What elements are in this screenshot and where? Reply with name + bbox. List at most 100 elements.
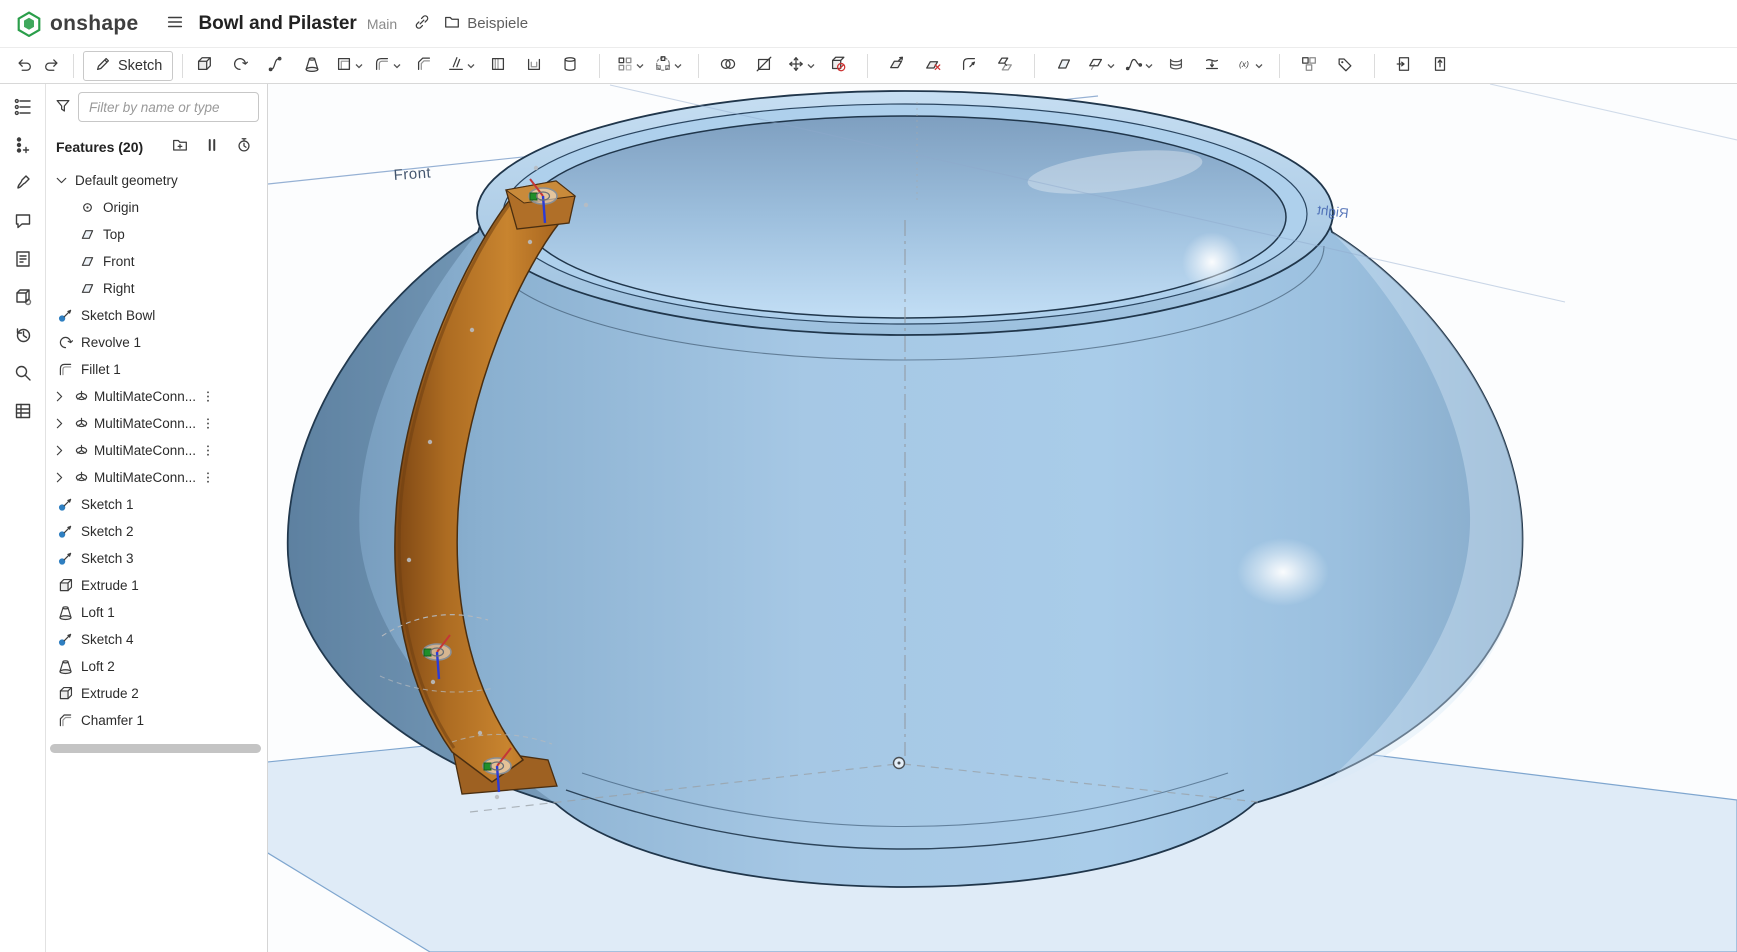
expander-chevron-right-icon[interactable] [50,442,69,459]
revolve-button[interactable] [226,52,254,80]
overflow-menu-icon[interactable] [201,469,215,486]
split-button[interactable] [750,52,778,80]
chevron-down-icon[interactable] [807,62,815,70]
transform-button[interactable] [786,52,816,80]
origin-marker[interactable] [892,756,906,770]
appearance-panel-button[interactable] [6,168,40,200]
projected-curve-button[interactable] [1198,52,1226,80]
boolean-button[interactable] [714,52,742,80]
onshape-logo[interactable]: onshape [16,10,138,37]
import-doc-button[interactable] [1390,52,1418,80]
feature-tree-item[interactable]: MultiMateConn... [46,383,267,410]
offset-surface-button[interactable] [1086,52,1116,80]
feature-tree-item[interactable]: Fillet 1 [46,356,267,383]
chevron-down-icon[interactable] [1107,62,1115,70]
branch-label[interactable]: Main [367,16,397,32]
redo-button[interactable] [38,52,66,80]
sweep-button[interactable] [262,52,290,80]
feature-tree-item[interactable]: Chamfer 1 [46,707,267,734]
feature-tree-item[interactable]: Extrude 2 [46,680,267,707]
rollback-history-button[interactable] [233,134,255,159]
search-panel-button[interactable] [6,358,40,390]
chevron-down-icon[interactable] [1255,62,1263,70]
feature-tree-item[interactable]: MultiMateConn... [46,410,267,437]
custom-features-button[interactable] [1295,52,1323,80]
expander-chevron-right-icon[interactable] [50,388,69,405]
chevron-down-icon[interactable] [674,62,682,70]
overflow-menu-icon[interactable] [201,415,215,432]
bom-panel-button[interactable] [6,396,40,428]
delete-face-button[interactable] [919,52,947,80]
new-folder-button[interactable] [169,134,191,159]
expander-chevron-right-icon[interactable] [50,415,69,432]
share-link-button[interactable] [411,11,433,36]
viewport-3d[interactable]: Front Right [268,84,1737,952]
expander-chevron-right-icon[interactable] [50,469,69,486]
overflow-menu-icon[interactable] [201,388,215,405]
notes-panel-button[interactable] [6,244,40,276]
scrollbar-thumb[interactable] [50,744,261,753]
chevron-down-icon[interactable] [393,62,401,70]
helix-button[interactable] [1162,52,1190,80]
feature-tree-item[interactable]: Top [46,221,267,248]
feature-tree-item[interactable]: Loft 2 [46,653,267,680]
export-doc-button[interactable] [1426,52,1454,80]
front-plane-label[interactable]: Front [393,164,432,184]
feature-tree-item[interactable]: Extrude 1 [46,572,267,599]
variable-button[interactable]: (x) [1234,52,1264,80]
feature-tree-item[interactable]: Sketch 1 [46,491,267,518]
hole-button[interactable] [556,52,584,80]
feature-tree-item[interactable]: Sketch Bowl [46,302,267,329]
move-face-button[interactable] [883,52,911,80]
feature-tree-item[interactable]: Right [46,275,267,302]
plane-button[interactable] [1050,52,1078,80]
feature-tree-item[interactable]: Front [46,248,267,275]
fillet-button[interactable] [372,52,402,80]
chevron-down-icon[interactable] [355,62,363,70]
document-title[interactable]: Bowl and Pilaster [198,13,356,35]
undo-button[interactable] [10,52,38,80]
document-menu-button[interactable] [164,11,186,36]
chevron-down-icon[interactable] [1145,62,1153,70]
comments-panel-button[interactable] [6,206,40,238]
feature-tree-item[interactable]: MultiMateConn... [46,437,267,464]
feature-tree-item[interactable]: Sketch 2 [46,518,267,545]
feature-tree-item[interactable]: Origin [46,194,267,221]
shell-button[interactable] [520,52,548,80]
suspend-button[interactable] [201,134,223,159]
chevron-down-icon[interactable] [467,62,475,70]
replace-face-button[interactable] [991,52,1019,80]
feature-list-panel-button[interactable] [6,92,40,124]
draft-button[interactable] [446,52,476,80]
filter-button[interactable] [52,95,74,120]
publications-panel-button[interactable] [6,282,40,314]
rib-button[interactable] [484,52,512,80]
delete-part-button[interactable] [824,52,852,80]
composite-curve-button[interactable] [1124,52,1154,80]
feature-tree-item[interactable]: Revolve 1 [46,329,267,356]
tag-button[interactable] [1331,52,1359,80]
expander-chevron-down-icon[interactable] [52,172,71,189]
horizontal-scrollbar[interactable] [50,744,261,753]
extrude-button[interactable] [190,52,218,80]
feature-tree-item[interactable]: Sketch 3 [46,545,267,572]
filter-input[interactable] [78,92,259,122]
onshape-app: onshape Bowl and Pilaster Main Beispiele… [0,0,1737,952]
feature-tree-item[interactable]: Sketch 4 [46,626,267,653]
scene-canvas[interactable]: Front Right [268,84,1737,952]
configurations-panel-button[interactable] [6,130,40,162]
chevron-down-icon[interactable] [636,62,644,70]
feature-tree-item[interactable]: Loft 1 [46,599,267,626]
linear-pattern-button[interactable] [615,52,645,80]
loft-button[interactable] [298,52,326,80]
chamfer-button[interactable] [410,52,438,80]
breadcrumb-folder[interactable]: Beispiele [443,13,528,35]
modify-fillet-button[interactable] [955,52,983,80]
sketch-button[interactable]: Sketch [83,50,174,81]
overflow-menu-icon[interactable] [201,442,215,459]
feature-tree-item[interactable]: MultiMateConn... [46,464,267,491]
thicken-button[interactable] [334,52,364,80]
history-panel-button[interactable] [6,320,40,352]
feature-tree-item[interactable]: Default geometry [46,167,267,194]
circular-pattern-button[interactable] [653,52,683,80]
